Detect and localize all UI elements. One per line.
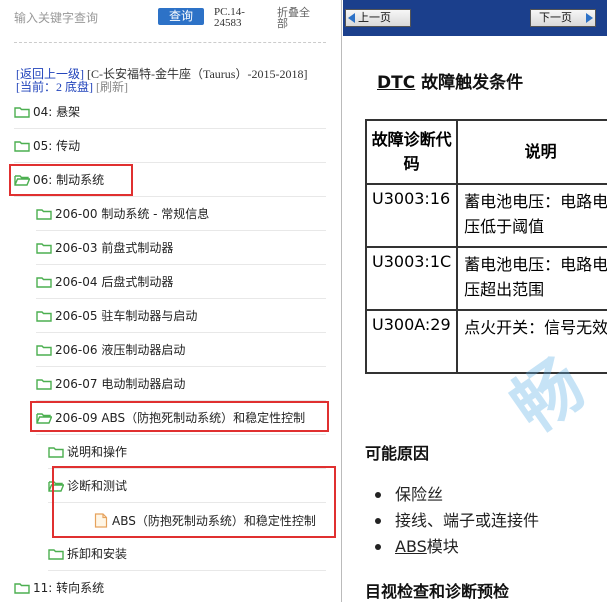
prev-page-button[interactable]: 上一页 [345,9,411,27]
dtc-code-cell: U3003:16 [364,183,459,248]
folder-icon [36,310,52,322]
tree-item-label: 206-05 驻车制动器与启动 [55,309,198,323]
next-page-label: 下一页 [539,11,572,24]
table-row: U300A:29 点火开关：信号无效 [364,309,607,374]
arrow-right-icon [586,13,593,23]
back-link[interactable]: [返回上一级] [16,67,84,81]
tree-item-label: 说明和操作 [67,445,128,459]
folder-icon [48,446,64,458]
dtc-desc-cell: 点火开关：信号无效 [456,309,607,374]
dtc-desc-cell: 蓄电池电压：电路电 压低于阈值 [456,183,607,248]
fold-all-line2: 部 [277,17,288,30]
part-code: PC.14- 24583 [214,7,260,29]
list-item: 保险丝 [374,482,539,508]
table-row: U3003:16 蓄电池电压：电路电 压低于阈值 [364,183,607,248]
desc-line2: 压超出范围 [464,280,545,299]
search-button[interactable]: 查询 [158,8,204,25]
tree-item-206-00[interactable]: 206-00 制动系统 - 常规信息 [36,197,326,231]
tree-item-suspension[interactable]: 04: 悬架 [14,95,326,129]
desc-line1: 蓄电池电压：电路电 [464,192,607,211]
next-page-button[interactable]: 下一页 [530,9,596,27]
folder-icon [36,344,52,356]
section-title-prefix: DTC [377,73,416,93]
prev-page-label: 上一页 [358,11,391,24]
tree-item-transmission[interactable]: 05: 传动 [14,129,326,163]
dtc-desc-cell: 蓄电池电压：电路电 压超出范围 [456,246,607,311]
vehicle-path: [C-长安福特-金牛座（Taurus）-2015-2018] [87,67,308,81]
desc-line1: 点火开关：信号无效 [464,318,607,337]
header-dtc-code: 故障诊断代码 [364,119,459,185]
search-input[interactable] [14,8,154,28]
folder-icon [14,140,30,152]
tree-item-206-07[interactable]: 206-07 电动制动器启动 [36,367,326,401]
tree-item-label: 206-04 后盘式制动器 [55,275,174,289]
table-row: U3003:1C 蓄电池电压：电路电 压超出范围 [364,246,607,311]
folder-icon [36,276,52,288]
highlight-box-206-09 [30,401,329,432]
table-header-row: 故障诊断代码 说明 [364,119,607,185]
causes-title: 可能原因 [365,444,430,463]
abs-rest: 模块 [426,537,459,556]
desc-line2: 压低于阈值 [464,217,545,236]
tree-item-label: 206-06 液压制动器启动 [55,343,186,357]
causes-list: 保险丝 接线、端子或连接件 ABS模块 [374,482,539,560]
folder-icon [36,208,52,220]
desc-line1: 蓄电池电压：电路电 [464,255,607,274]
refresh-link[interactable]: [刷新] [96,80,128,94]
folder-icon [36,242,52,254]
section-title-rest: 故障触发条件 [415,73,524,93]
document-viewer: 上一页 下一页 DTC 故障触发条件 故障诊断代码 说明 U3003:16 蓄电… [343,0,607,602]
breadcrumb: [返回上一级] [C-长安福特-金牛座（Taurus）-2015-2018] [… [16,68,336,94]
next-section-title: 目视检查和诊断预检 [365,582,510,601]
folder-icon [14,582,30,594]
section-title: DTC 故障触发条件 [377,68,523,93]
tree-item-label: 05: 传动 [33,139,81,153]
tree-item-206-06[interactable]: 206-06 液压制动器启动 [36,333,326,367]
tree-item-steering-system[interactable]: 11: 转向系统 [14,571,326,602]
tree-item-description-operation[interactable]: 说明和操作 [48,435,326,469]
list-item: ABS模块 [374,534,539,560]
tree-item-label: 拆卸和安装 [67,547,128,561]
list-item: 接线、端子或连接件 [374,508,539,534]
abs-term: ABS [395,537,427,556]
tree-item-removal-installation[interactable]: 拆卸和安装 [48,537,326,571]
tree-item-206-04[interactable]: 206-04 后盘式制动器 [36,265,326,299]
fold-all-button[interactable]: 折叠全 部 [277,7,321,29]
tree-item-label: 04: 悬架 [33,105,81,119]
header-dtc-code-text: 故障诊断代码 [371,130,452,173]
search-bar: 查询 PC.14- 24583 折叠全 部 [0,0,341,40]
arrow-left-icon [348,13,355,23]
tree-item-label: 206-00 制动系统 - 常规信息 [55,207,210,221]
header-description: 说明 [456,119,607,185]
viewer-toolbar: 上一页 下一页 [343,0,607,36]
folder-icon [36,378,52,390]
current-level: [当前：2 底盘] [16,80,93,94]
tree-item-label: 206-07 电动制动器启动 [55,377,186,391]
folder-icon [48,548,64,560]
tree-item-label: 206-03 前盘式制动器 [55,241,174,255]
dtc-code-cell: U3003:1C [364,246,459,311]
left-tree-panel: 查询 PC.14- 24583 折叠全 部 [返回上一级] [C-长安福特-金牛… [0,0,342,602]
tree-item-206-03[interactable]: 206-03 前盘式制动器 [36,231,326,265]
highlight-box-brake-system [9,164,133,196]
highlight-box-diagnosis [52,466,336,538]
folder-icon [14,106,30,118]
tree-item-label: 11: 转向系统 [33,581,105,595]
dtc-table: 故障诊断代码 说明 U3003:16 蓄电池电压：电路电 压低于阈值 U3003:… [364,119,607,374]
tree-item-206-05[interactable]: 206-05 驻车制动器与启动 [36,299,326,333]
dtc-code-cell: U300A:29 [364,309,459,374]
part-code-line2: 24583 [214,17,242,29]
divider [14,42,326,43]
